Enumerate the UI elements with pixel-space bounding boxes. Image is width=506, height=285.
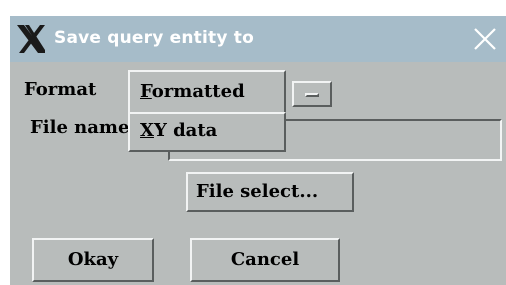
- format-option-menu[interactable]: Formatted: [128, 70, 286, 116]
- dialog-title: Save query entity to: [54, 28, 254, 48]
- save-query-dialog: Save query entity to Format File name Fo…: [10, 16, 506, 285]
- format-selected-value: Formatted: [140, 81, 245, 102]
- okay-button[interactable]: Okay: [32, 238, 154, 282]
- title-bar[interactable]: Save query entity to: [10, 16, 506, 62]
- file-select-button[interactable]: File select...: [186, 172, 354, 212]
- format-selected-mnemonic: F: [140, 81, 152, 102]
- format-option-xy-data[interactable]: XY data: [140, 120, 217, 141]
- file-name-label: File name: [30, 117, 130, 138]
- format-selected-rest: ormatted: [151, 81, 245, 102]
- close-icon[interactable]: [473, 27, 497, 51]
- option-menu-indicator[interactable]: [292, 81, 332, 107]
- file-select-label: File select...: [196, 181, 319, 202]
- format-label: Format: [24, 79, 97, 100]
- format-option-rest: Y data: [153, 120, 218, 141]
- format-option-mnemonic: X: [140, 120, 154, 141]
- option-indicator-bar-icon: [305, 93, 319, 97]
- okay-label: Okay: [67, 249, 119, 270]
- cancel-button[interactable]: Cancel: [190, 238, 340, 282]
- format-popup-menu: XY data: [128, 112, 286, 152]
- x-window-logo-icon: [17, 25, 45, 53]
- cancel-label: Cancel: [230, 249, 300, 270]
